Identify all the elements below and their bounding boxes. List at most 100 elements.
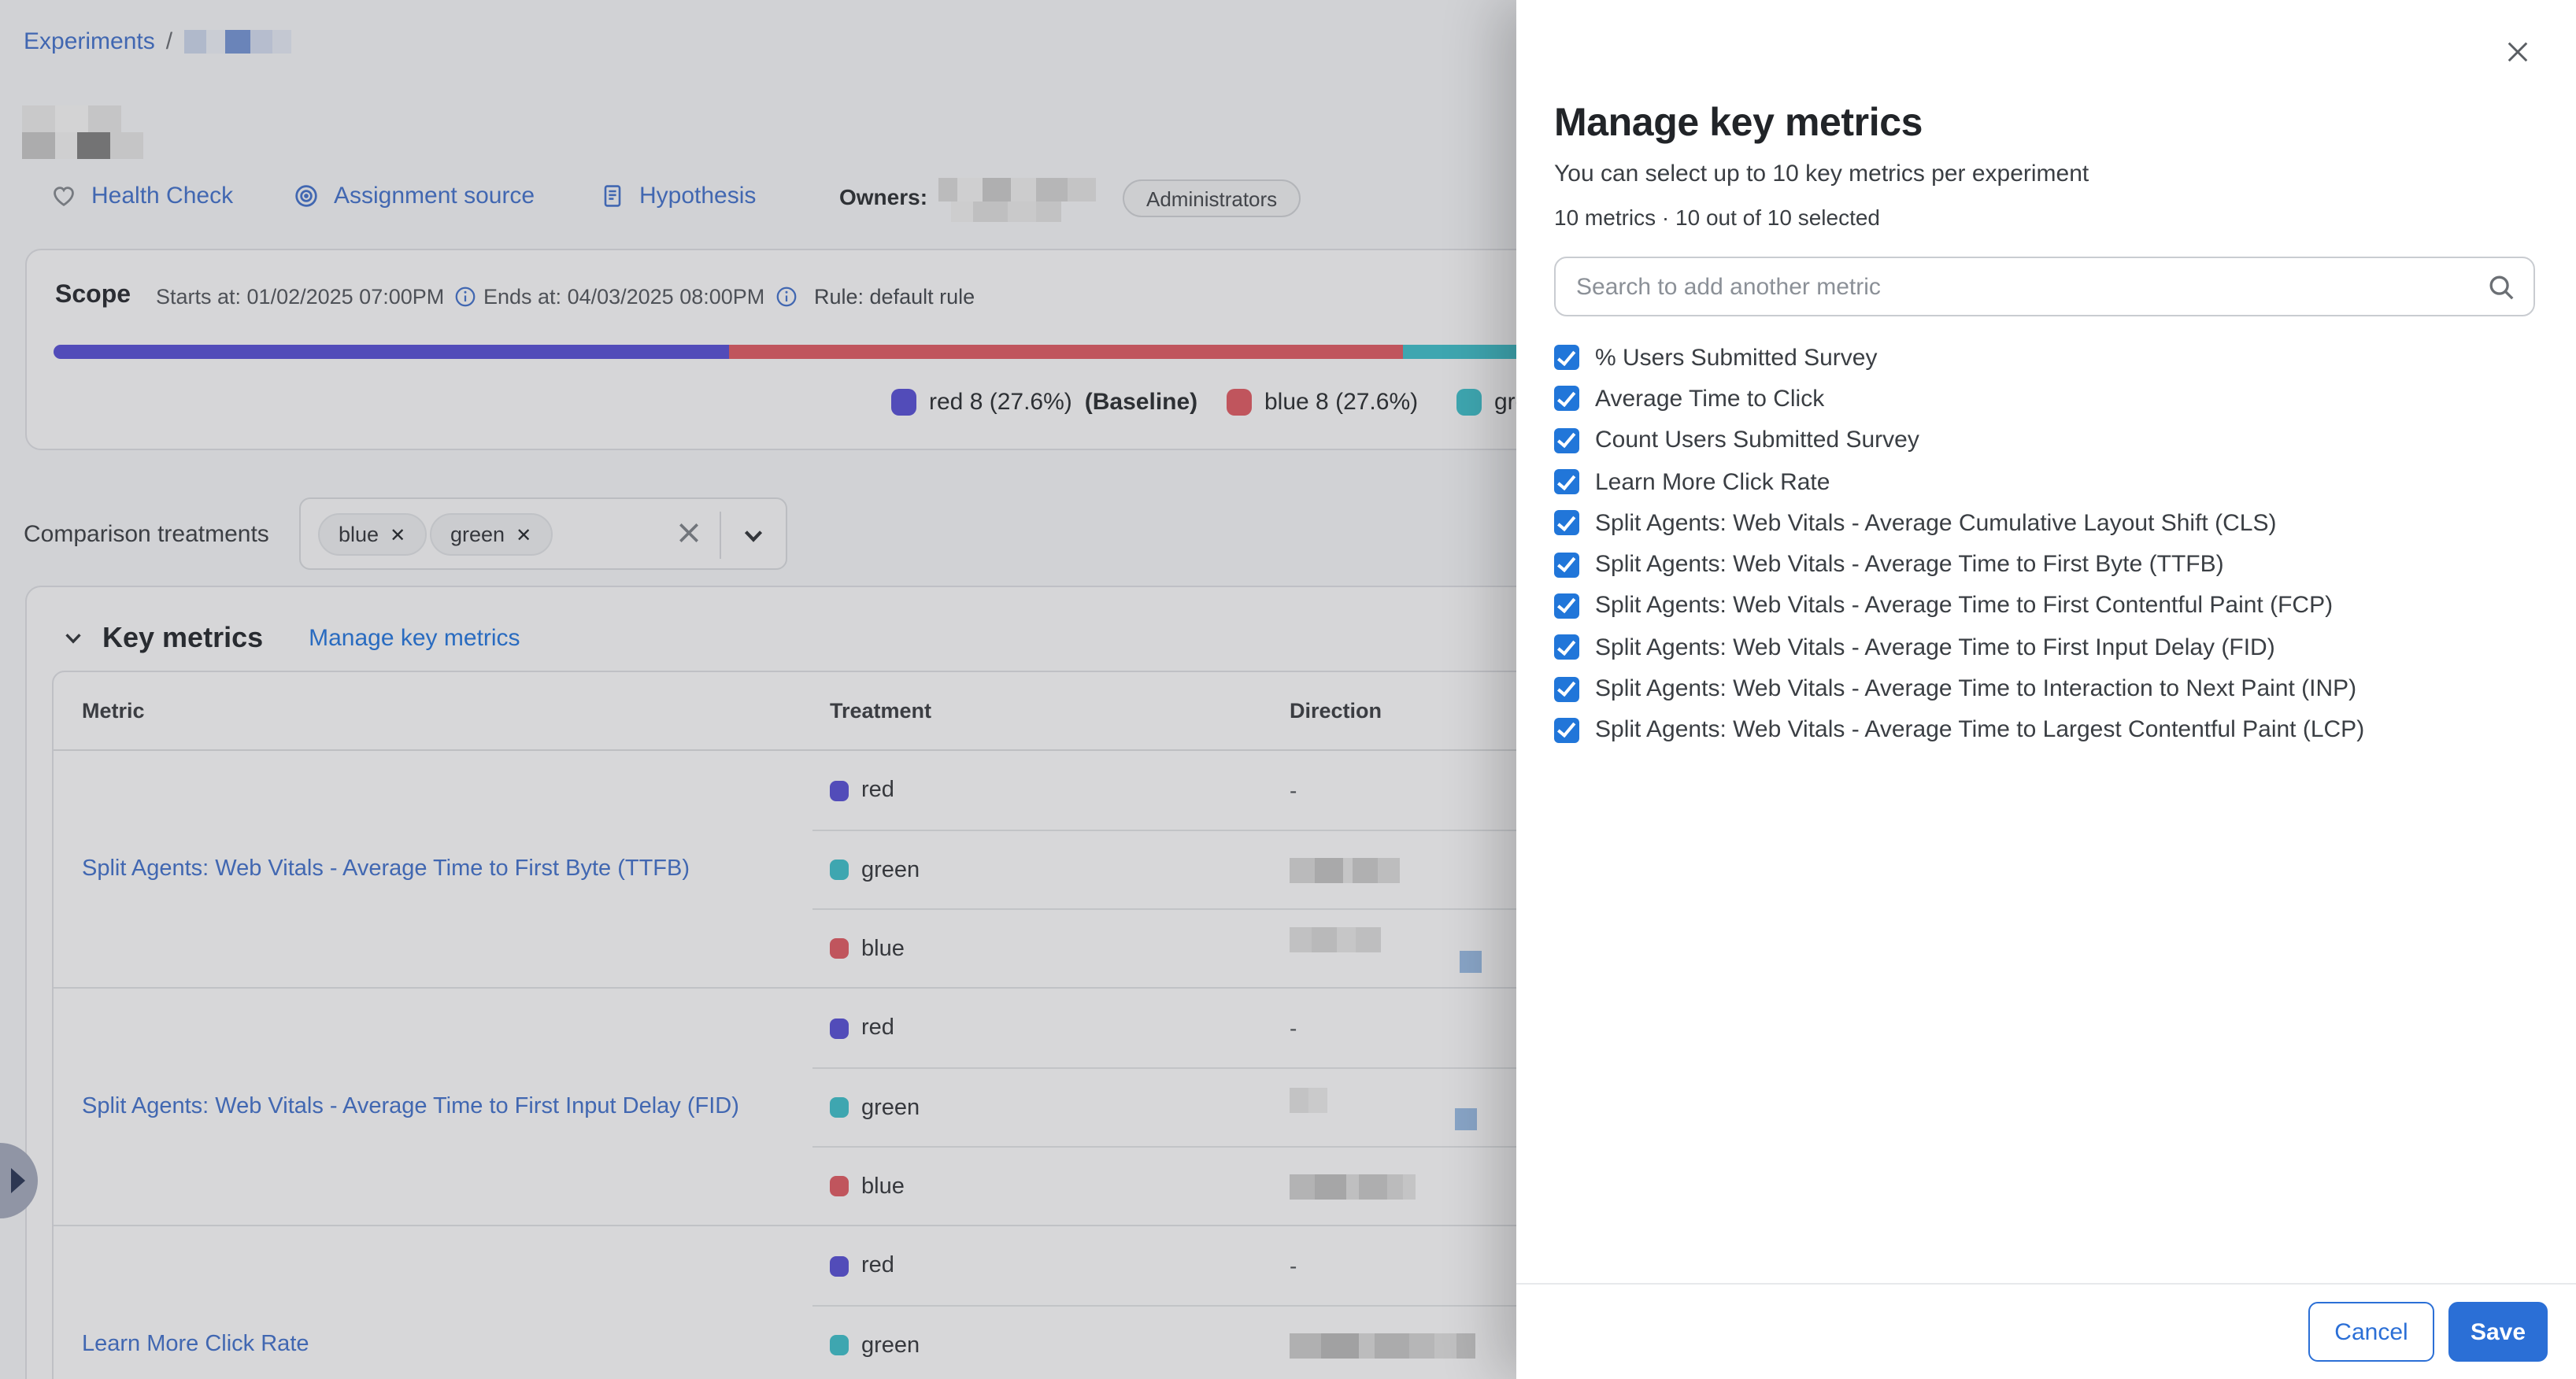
metric-checkbox-row[interactable]: % Users Submitted Survey: [1554, 337, 2535, 379]
treatment-name: blue: [861, 936, 905, 961]
select-divider: [720, 512, 721, 559]
save-button[interactable]: Save: [2448, 1302, 2548, 1362]
checkbox-checked-icon[interactable]: [1554, 634, 1579, 660]
scope-starts-text: Starts at: 01/02/2025 07:00PM: [156, 285, 444, 309]
heart-icon: [50, 183, 77, 209]
scope-rule-text: Rule: default rule: [814, 285, 975, 309]
info-icon[interactable]: [453, 285, 477, 309]
legend-swatch-blue: [1227, 389, 1252, 416]
legend-swatch-green: [1456, 389, 1482, 416]
key-metrics-title: Key metrics: [102, 622, 263, 655]
checkbox-checked-icon[interactable]: [1554, 552, 1579, 577]
cancel-button[interactable]: Cancel: [2308, 1302, 2434, 1362]
panel-title: Manage key metrics: [1554, 101, 2535, 146]
treatment-name: red: [861, 1015, 894, 1041]
metric-checkbox-row[interactable]: Average Time to Click: [1554, 379, 2535, 420]
direction-value: -: [1290, 778, 1297, 803]
treatment-name: green: [861, 857, 920, 882]
health-check-link[interactable]: Health Check: [50, 183, 233, 209]
checkbox-checked-icon[interactable]: [1554, 427, 1579, 453]
panel-subtitle: You can select up to 10 key metrics per …: [1554, 161, 2535, 187]
collapse-chevron-icon[interactable]: [61, 627, 85, 650]
metric-checkbox-row[interactable]: Split Agents: Web Vitals - Average Time …: [1554, 586, 2535, 627]
health-check-label: Health Check: [91, 183, 233, 209]
chip-remove-icon[interactable]: ✕: [516, 523, 531, 545]
checkbox-checked-icon[interactable]: [1554, 469, 1579, 494]
metric-checkbox-row[interactable]: Split Agents: Web Vitals - Average Time …: [1554, 627, 2535, 668]
key-metrics-header: Key metrics Manage key metrics: [61, 622, 520, 655]
breadcrumb-separator: /: [166, 28, 172, 55]
redacted-breadcrumb-name: [183, 30, 291, 54]
treatment-dot: [830, 1335, 849, 1355]
checkbox-checked-icon[interactable]: [1554, 386, 1579, 412]
checkbox-checked-icon[interactable]: [1554, 676, 1579, 701]
treatment-name: blue: [861, 1174, 905, 1199]
scope-ends-text: Ends at: 04/03/2025 08:00PM: [483, 285, 764, 309]
redacted-direction: [1290, 1087, 1327, 1112]
scope-starts: Starts at: 01/02/2025 07:00PM: [156, 285, 477, 309]
column-header-metric: Metric: [54, 699, 812, 723]
legend-item-blue: blue 8 (27.6%): [1227, 389, 1418, 416]
manage-key-metrics-panel: Manage key metrics You can select up to …: [1516, 0, 2576, 1379]
metric-checkbox-row[interactable]: Split Agents: Web Vitals - Average Time …: [1554, 668, 2535, 710]
close-icon[interactable]: [2504, 38, 2532, 66]
owners-label: Owners:: [839, 184, 927, 209]
metric-link[interactable]: Split Agents: Web Vitals - Average Time …: [82, 1092, 786, 1122]
info-icon[interactable]: [774, 285, 798, 309]
search-icon: [2486, 272, 2516, 302]
panel-footer: Cancel Save: [1516, 1283, 2576, 1379]
scope-rule: Rule: default rule: [814, 285, 975, 309]
metric-link[interactable]: Learn More Click Rate: [82, 1329, 357, 1359]
scope-ends: Ends at: 04/03/2025 08:00PM: [483, 285, 798, 309]
checkbox-checked-icon[interactable]: [1554, 511, 1579, 536]
checkbox-checked-icon[interactable]: [1554, 345, 1579, 370]
checkbox-checked-icon[interactable]: [1554, 718, 1579, 743]
assignment-source-label: Assignment source: [334, 183, 535, 209]
redacted-direction: [1290, 1174, 1416, 1199]
manage-key-metrics-link[interactable]: Manage key metrics: [309, 625, 520, 652]
metric-search: [1554, 257, 2535, 316]
allocation-segment-blue: [729, 345, 1403, 359]
treatment-dot: [830, 1255, 849, 1276]
redacted-direction-blue: [1455, 1108, 1477, 1130]
breadcrumb-experiments-link[interactable]: Experiments: [24, 28, 155, 55]
target-icon: [293, 183, 320, 209]
treatment-dot: [830, 1176, 849, 1196]
redacted-direction-blue: [1460, 951, 1482, 973]
redacted-experiment-title: [22, 105, 143, 159]
clear-selection-icon[interactable]: [674, 518, 704, 548]
chip-label: green: [450, 523, 505, 546]
metric-label: Learn More Click Rate: [1595, 468, 1830, 495]
metric-checkbox-row[interactable]: Learn More Click Rate: [1554, 461, 2535, 503]
comparison-treatments-select[interactable]: blue ✕ green ✕: [299, 497, 787, 570]
administrators-badge[interactable]: Administrators: [1123, 179, 1301, 217]
metric-label: Split Agents: Web Vitals - Average Time …: [1595, 593, 2333, 619]
direction-value: -: [1290, 1015, 1297, 1041]
metric-checkbox-row[interactable]: Split Agents: Web Vitals - Average Cumul…: [1554, 502, 2535, 544]
chevron-down-icon[interactable]: [740, 523, 767, 549]
chip-label: blue: [339, 523, 379, 546]
metric-search-input[interactable]: [1554, 257, 2535, 316]
metric-checkbox-list: % Users Submitted Survey Average Time to…: [1554, 337, 2535, 751]
treatment-name: green: [861, 1095, 920, 1120]
document-icon: [600, 183, 625, 209]
chip-remove-icon[interactable]: ✕: [390, 523, 405, 545]
chip-blue[interactable]: blue ✕: [318, 513, 426, 556]
redacted-direction: [1290, 926, 1381, 952]
metric-label: Split Agents: Web Vitals - Average Time …: [1595, 717, 2364, 744]
metric-checkbox-row[interactable]: Split Agents: Web Vitals - Average Time …: [1554, 544, 2535, 586]
metric-label: % Users Submitted Survey: [1595, 344, 1877, 371]
metric-checkbox-row[interactable]: Split Agents: Web Vitals - Average Time …: [1554, 709, 2535, 751]
metric-label: Split Agents: Web Vitals - Average Cumul…: [1595, 510, 2276, 537]
scope-title: Scope: [55, 282, 131, 310]
metric-link[interactable]: Split Agents: Web Vitals - Average Time …: [82, 854, 737, 884]
comparison-treatments-label: Comparison treatments: [24, 521, 269, 548]
chip-green[interactable]: green ✕: [430, 513, 552, 556]
column-header-treatment: Treatment: [812, 699, 1290, 723]
metric-checkbox-row[interactable]: Count Users Submitted Survey: [1554, 420, 2535, 461]
hypothesis-link[interactable]: Hypothesis: [600, 183, 756, 209]
experiment-toolbar: Health Check Assignment source Hypothesi…: [0, 178, 1516, 219]
assignment-source-link[interactable]: Assignment source: [293, 183, 535, 209]
metric-label: Count Users Submitted Survey: [1595, 427, 1919, 453]
checkbox-checked-icon[interactable]: [1554, 593, 1579, 619]
